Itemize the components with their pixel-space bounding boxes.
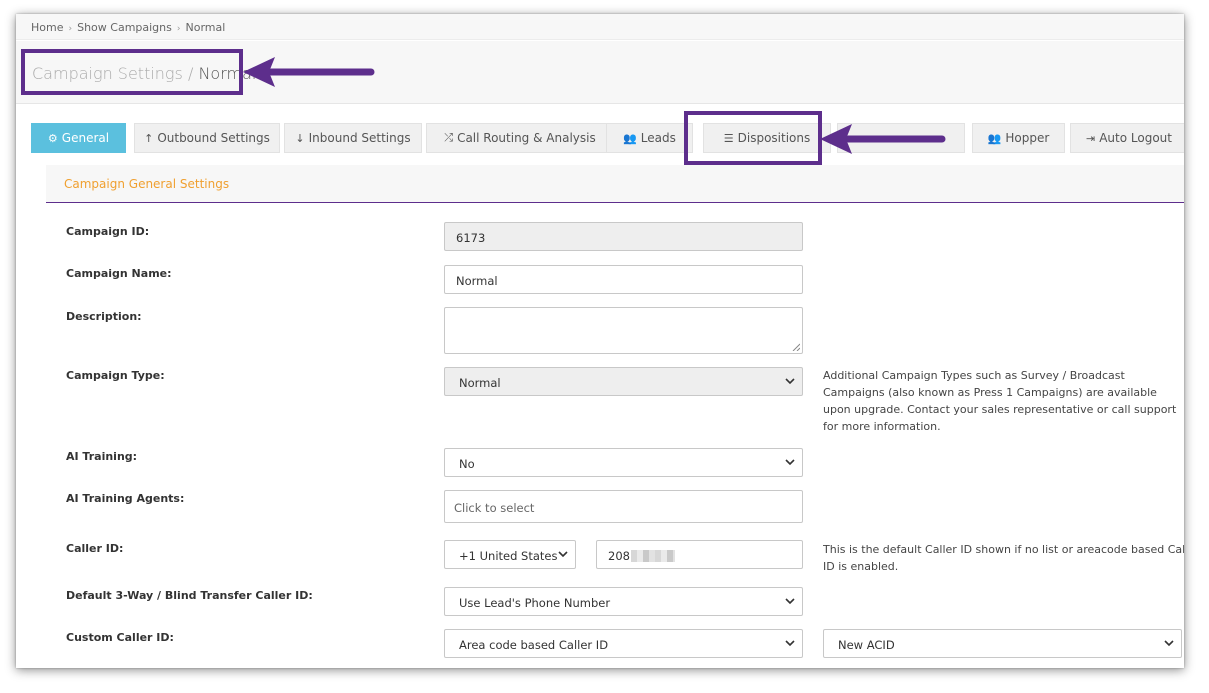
custom-caller-id-value: Area code based Caller ID	[459, 638, 609, 652]
campaign-name-label: Campaign Name:	[66, 267, 172, 280]
campaign-id-label: Campaign ID:	[66, 225, 150, 238]
tab-outbound-settings[interactable]: ↑ Outbound Settings	[134, 123, 280, 153]
breadcrumb: Home › Show Campaigns › Normal	[16, 14, 1184, 40]
title-arrow-icon	[243, 57, 375, 87]
tab-label: Outbound Settings	[157, 131, 270, 145]
app-window: Home › Show Campaigns › Normal Campaign Sett…	[16, 14, 1184, 668]
caller-id-country-select[interactable]: +1 United States	[444, 540, 576, 569]
ai-training-agents-label: AI Training Agents:	[66, 492, 185, 505]
tab-general[interactable]: ⚙ General	[31, 123, 126, 153]
tab-leads[interactable]: 👥 Leads	[606, 123, 693, 153]
title-highlight-box	[21, 49, 243, 95]
caller-id-note: This is the default Caller ID shown if n…	[823, 541, 1184, 577]
campaign-type-select[interactable]: Normal	[444, 367, 803, 396]
caller-id-note-text: This is the default Caller ID shown if n…	[823, 543, 1184, 573]
transfer-caller-id-select[interactable]: Use Lead's Phone Number	[444, 587, 803, 616]
cogs-icon: ⚙	[47, 131, 58, 145]
caller-id-country-value: +1 United States	[459, 549, 558, 563]
campaign-tabs: ⚙ General ↑ Outbound Settings ↓ Inbound Set…	[31, 123, 1184, 153]
sign-out-icon: ⇥	[1086, 131, 1096, 145]
caller-id-label: Caller ID:	[66, 542, 124, 555]
dispositions-highlight-box	[684, 111, 822, 165]
tab-inbound-settings[interactable]: ↓ Inbound Settings	[284, 123, 422, 153]
chevron-down-icon	[785, 459, 795, 466]
ai-training-value: No	[459, 457, 475, 471]
breadcrumb-show-campaigns[interactable]: Show Campaigns	[77, 21, 172, 34]
tab-hopper[interactable]: 👥 Hopper	[972, 123, 1065, 153]
breadcrumb-current: Normal	[185, 21, 226, 34]
ai-training-label: AI Training:	[66, 450, 138, 463]
chevron-down-icon	[785, 378, 795, 385]
ai-training-select[interactable]: No	[444, 448, 803, 477]
campaign-id-field: 6173	[444, 222, 803, 251]
panel-title: Campaign General Settings	[64, 177, 230, 191]
chevron-down-icon	[785, 598, 795, 605]
caller-id-number-prefix: 208	[608, 549, 630, 563]
chevron-down-icon	[1164, 640, 1174, 647]
chevron-down-icon	[558, 551, 568, 558]
tab-label: Call Routing & Analysis	[457, 131, 596, 145]
tab-label: General	[61, 131, 110, 145]
breadcrumb-home[interactable]: Home	[31, 21, 63, 34]
tab-label: Inbound Settings	[308, 131, 411, 145]
transfer-caller-id-label: Default 3-Way / Blind Transfer Caller ID…	[66, 589, 313, 602]
campaign-name-input[interactable]: Normal	[444, 265, 803, 294]
custom-caller-id-secondary-select[interactable]: New ACID	[823, 629, 1182, 658]
random-icon: ⤮	[444, 131, 454, 144]
description-label: Description:	[66, 310, 142, 323]
ai-training-agents-input[interactable]: Click to select	[444, 490, 803, 523]
chevron-down-icon	[785, 640, 795, 647]
tab-auto-logout[interactable]: ⇥ Auto Logout	[1070, 123, 1184, 153]
users-icon: 👥	[987, 131, 1002, 145]
chevron-right-icon: ›	[68, 24, 73, 34]
tab-label: Hopper	[1005, 131, 1050, 145]
redacted-number	[630, 550, 675, 562]
tab-label: Leads	[640, 131, 676, 145]
resize-handle-icon[interactable]	[792, 343, 800, 351]
tab-call-routing[interactable]: ⤮ Call Routing & Analysis	[426, 123, 614, 153]
caller-id-number-input[interactable]: 208	[596, 540, 803, 569]
description-textarea[interactable]	[444, 307, 803, 354]
campaign-type-label: Campaign Type:	[66, 369, 165, 382]
custom-caller-id-select[interactable]: Area code based Caller ID	[444, 629, 803, 658]
arrow-down-icon: ↓	[295, 131, 305, 145]
campaign-type-note: Additional Campaign Types such as Survey…	[823, 369, 1177, 433]
panel-header: Campaign General Settings	[46, 165, 1184, 203]
dispositions-arrow-icon	[820, 124, 946, 154]
transfer-caller-id-value: Use Lead's Phone Number	[459, 596, 611, 610]
tab-label: Auto Logout	[1099, 131, 1172, 145]
custom-caller-id-secondary-value: New ACID	[838, 638, 895, 652]
chevron-right-icon: ›	[176, 24, 181, 34]
users-icon: 👥	[623, 131, 637, 145]
custom-caller-id-label: Custom Caller ID:	[66, 631, 174, 644]
arrow-up-icon: ↑	[144, 131, 154, 145]
campaign-type-value: Normal	[459, 376, 501, 390]
